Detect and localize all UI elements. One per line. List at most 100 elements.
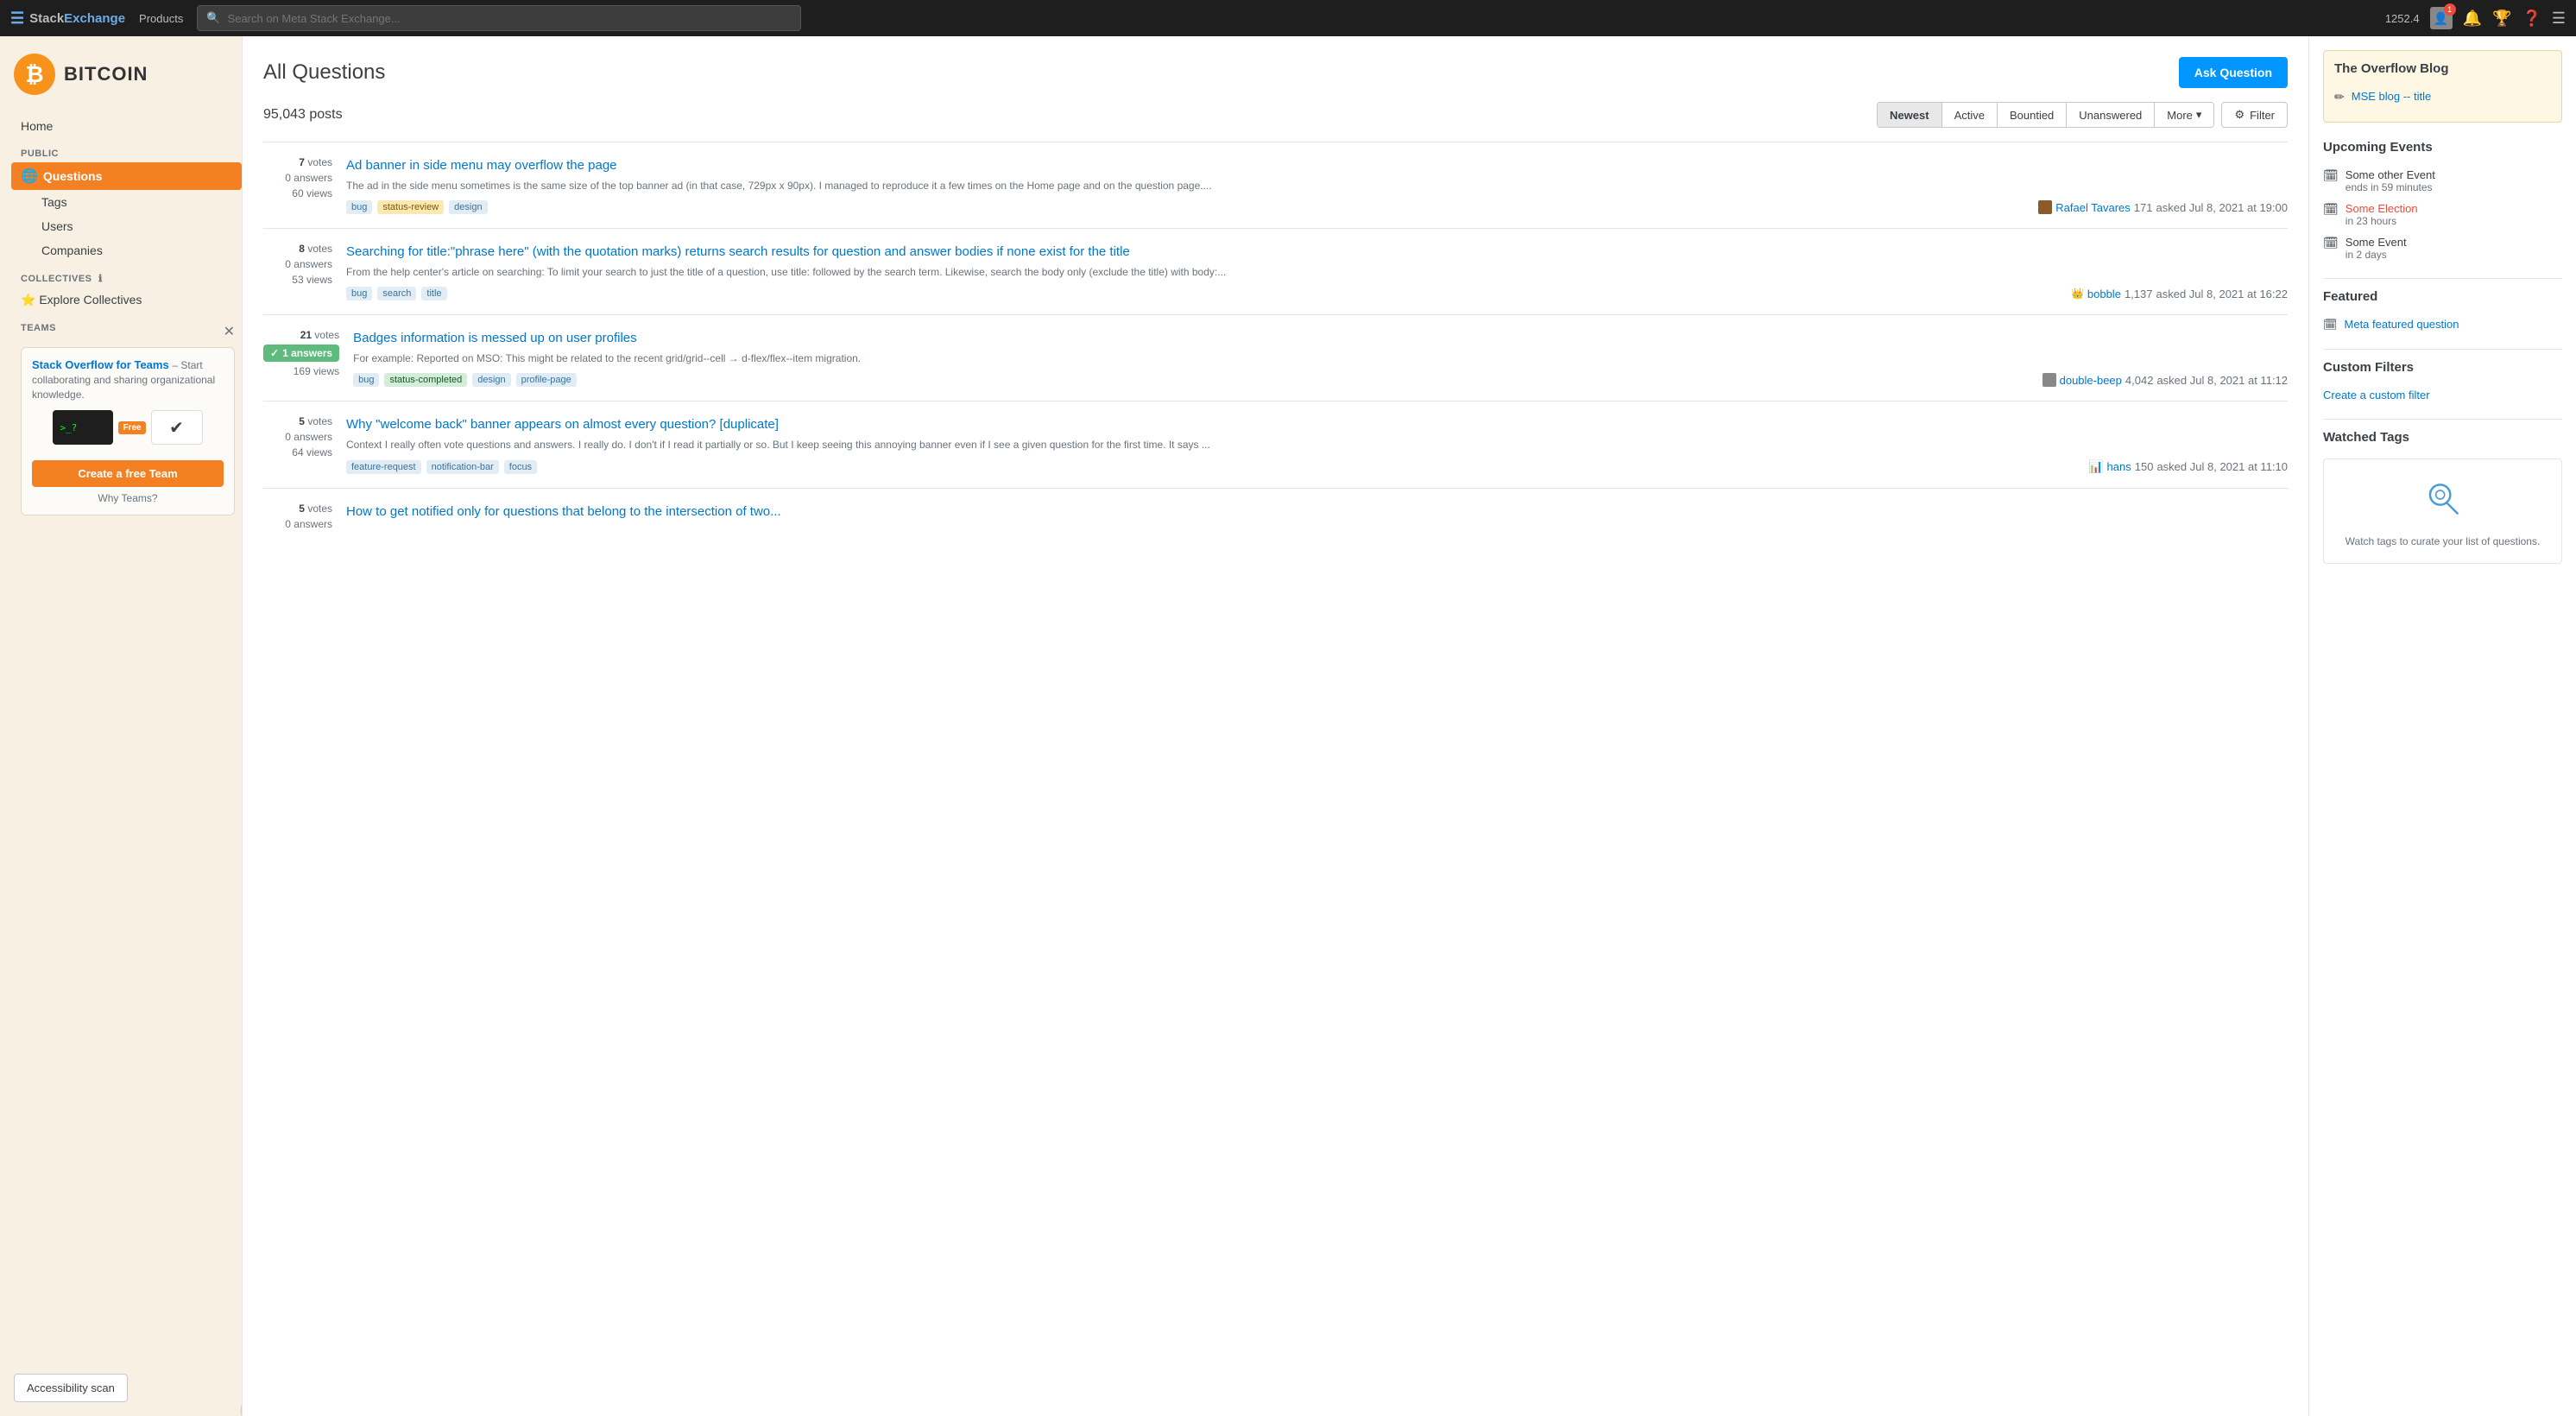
why-teams-link[interactable]: Why Teams?: [32, 492, 224, 504]
avatar: [2042, 373, 2056, 387]
watched-tags-container: Watch tags to curate your list of questi…: [2323, 458, 2562, 564]
sidebar-item-companies[interactable]: Companies: [14, 238, 242, 262]
table-row: 21 votes ✓ 1 answers 169 views Badges in…: [263, 314, 2288, 401]
tag[interactable]: design: [449, 200, 487, 214]
tab-active[interactable]: Active: [1942, 103, 1998, 127]
topbar-products[interactable]: Products: [139, 12, 183, 25]
sidebar-item-home[interactable]: Home: [14, 114, 242, 138]
question-stats: 5 votes 0 answers 64 views: [263, 415, 332, 474]
question-meta: double-beep 4,042 asked Jul 8, 2021 at 1…: [2042, 373, 2288, 387]
question-stats: 21 votes ✓ 1 answers 169 views: [263, 329, 339, 387]
tag[interactable]: feature-request: [346, 460, 421, 474]
tag[interactable]: status-review: [377, 200, 444, 214]
view-count: 53: [292, 274, 303, 286]
meta-icon: 🗓: [2323, 318, 2338, 332]
tab-bountied[interactable]: Bountied: [1998, 103, 2067, 127]
question-excerpt: The ad in the side menu sometimes is the…: [346, 178, 2288, 193]
star-icon: ⭐: [21, 293, 35, 307]
watched-tags-section: Watched Tags Watch tags to curate your l…: [2323, 430, 2562, 564]
tag[interactable]: bug: [353, 373, 379, 387]
table-row: 5 votes 0 answers How to get notified on…: [263, 488, 2288, 544]
question-title[interactable]: Ad banner in side menu may overflow the …: [346, 156, 2288, 174]
tag[interactable]: title: [421, 287, 446, 300]
list-item: 🗓 Some other Event ends in 59 minutes: [2323, 168, 2562, 193]
collectives-info-icon[interactable]: ℹ: [98, 273, 103, 284]
question-stats: 5 votes 0 answers: [263, 503, 332, 530]
user-name[interactable]: double-beep: [2060, 374, 2122, 387]
tag[interactable]: focus: [504, 460, 537, 474]
divider: [2323, 349, 2562, 350]
user-name[interactable]: hans: [2107, 460, 2131, 473]
featured-link[interactable]: Meta featured question: [2345, 318, 2459, 331]
event-name: Some other Event: [2346, 168, 2435, 181]
help-icon[interactable]: ❓: [2522, 9, 2541, 28]
event-time: in 23 hours: [2346, 215, 2418, 227]
checkmark-icon: ✓: [270, 347, 279, 359]
tag[interactable]: status-completed: [384, 373, 467, 387]
featured-title: Featured: [2323, 289, 2562, 309]
question-title[interactable]: Why "welcome back" banner appears on alm…: [346, 415, 2288, 433]
tag[interactable]: bug: [346, 200, 372, 214]
blog-link[interactable]: MSE blog -- title: [2352, 90, 2431, 103]
event-icon: 🗓: [2323, 236, 2339, 250]
tab-newest[interactable]: Newest: [1878, 103, 1942, 127]
custom-filters-section: Custom Filters Create a custom filter: [2323, 360, 2562, 401]
search-icon: 🔍: [206, 11, 220, 25]
answer-count: 0: [285, 258, 291, 270]
tags-meta: feature-request notification-bar focus 📊…: [346, 459, 2288, 474]
tag[interactable]: bug: [346, 287, 372, 300]
inbox-icon[interactable]: 🔔: [2463, 9, 2482, 28]
create-custom-filter-link[interactable]: Create a custom filter: [2323, 389, 2430, 401]
sidebar-item-tags[interactable]: Tags: [14, 190, 242, 214]
event-name: Some Election: [2346, 202, 2418, 215]
question-list: 7 votes 0 answers 60 views Ad banner in …: [263, 142, 2288, 544]
tags-meta: bug status-review design Rafael Tavares …: [346, 200, 2288, 214]
tag[interactable]: notification-bar: [426, 460, 499, 474]
ask-question-button[interactable]: Ask Question: [2179, 57, 2288, 88]
question-title[interactable]: Searching for title:"phrase here" (with …: [346, 243, 2288, 261]
hamburger-icon[interactable]: ☰: [2552, 9, 2566, 28]
avatar[interactable]: 👤 1: [2430, 7, 2453, 29]
table-row: 8 votes 0 answers 53 views Searching for…: [263, 228, 2288, 314]
topbar: ☰ StackExchange Products 🔍 1252.4 👤 1 🔔 …: [0, 0, 2576, 36]
filter-bar: 95,043 posts Newest Active Bountied Unan…: [263, 102, 2288, 128]
tab-unanswered[interactable]: Unanswered: [2067, 103, 2155, 127]
search-input[interactable]: [228, 12, 792, 25]
posts-count: 95,043 posts: [263, 107, 343, 123]
main-wrapper: All Questions Ask Question 95,043 posts …: [242, 36, 2576, 1416]
view-count: 169: [294, 365, 311, 377]
question-body: Badges information is messed up on user …: [353, 329, 2288, 387]
question-stats: 8 votes 0 answers 53 views: [263, 243, 332, 300]
topbar-logo[interactable]: ☰ StackExchange: [10, 9, 125, 28]
upcoming-events-title: Upcoming Events: [2323, 140, 2562, 160]
questions-header: All Questions Ask Question: [263, 57, 2288, 88]
overflow-blog-section: The Overflow Blog ✏ MSE blog -- title: [2323, 50, 2562, 123]
filter-button[interactable]: ⚙ Filter: [2221, 102, 2288, 128]
question-body: How to get notified only for questions t…: [346, 503, 2288, 530]
sidebar-item-questions[interactable]: 🌐 Questions: [11, 162, 242, 190]
sidebar-item-explore-collectives[interactable]: ⭐ Explore Collectives: [14, 288, 242, 313]
teams-close-button[interactable]: ✕: [224, 323, 235, 340]
sidebar-item-users[interactable]: Users: [14, 214, 242, 238]
event-icon: 🗓: [2323, 202, 2339, 217]
create-team-button[interactable]: Create a free Team: [32, 460, 224, 487]
tag[interactable]: profile-page: [516, 373, 577, 387]
custom-filters-title: Custom Filters: [2323, 360, 2562, 380]
accessibility-scan-button[interactable]: Accessibility scan: [14, 1374, 128, 1402]
tag[interactable]: design: [472, 373, 510, 387]
user-rep: 4,042: [2125, 374, 2154, 387]
sidebar-section-teams: TEAMS ✕: [14, 313, 242, 337]
tab-more[interactable]: More ▾: [2155, 103, 2213, 127]
question-title[interactable]: Badges information is messed up on user …: [353, 329, 2288, 347]
achievements-icon[interactable]: 🏆: [2492, 9, 2511, 28]
teams-promo-title[interactable]: Stack Overflow for Teams: [32, 358, 169, 371]
question-excerpt: Context I really often vote questions an…: [346, 437, 2288, 452]
tag[interactable]: search: [377, 287, 416, 300]
answer-count: 0: [285, 518, 291, 530]
sidebar-section-collectives: COLLECTIVES ℹ: [14, 262, 242, 288]
user-rep: 1,137: [2125, 288, 2153, 300]
question-title[interactable]: How to get notified only for questions t…: [346, 503, 2288, 521]
user-name[interactable]: Rafael Tavares: [2055, 201, 2130, 214]
user-name[interactable]: bobble: [2087, 288, 2121, 300]
asked-date: asked Jul 8, 2021 at 16:22: [2156, 288, 2288, 300]
